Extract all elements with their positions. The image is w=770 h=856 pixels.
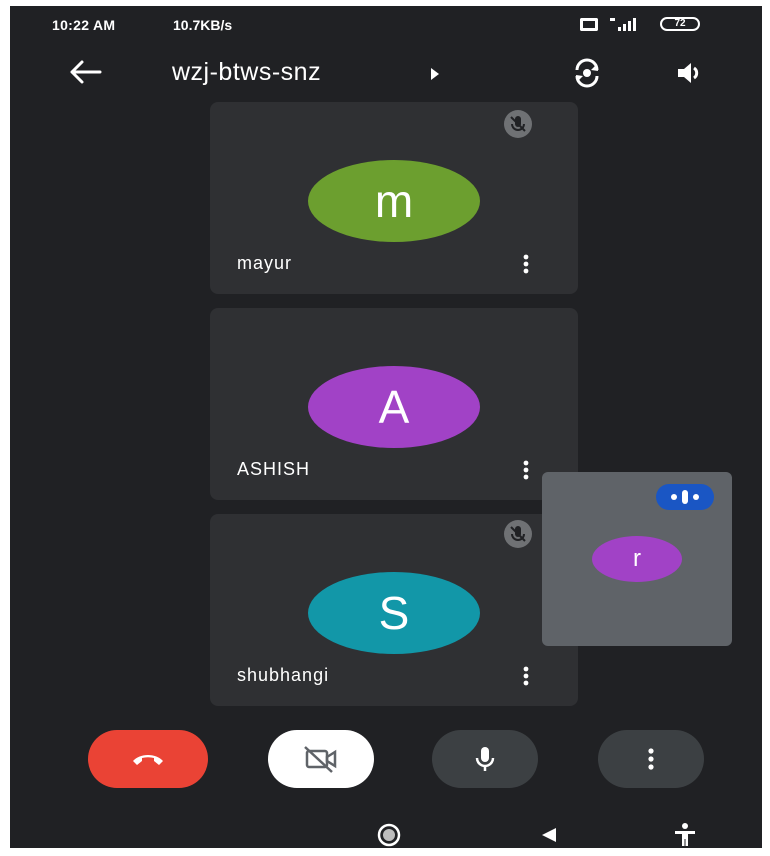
- participant-name: shubhangi: [237, 665, 330, 685]
- participant-avatar: S: [308, 572, 480, 654]
- more-vert-icon[interactable]: [516, 252, 536, 276]
- participant-tile[interactable]: S shubhangi: [210, 514, 578, 706]
- home-circle-icon[interactable]: [376, 822, 402, 848]
- call-controls: [10, 730, 762, 792]
- status-time: 10:22 AM: [52, 17, 116, 33]
- participant-name: ASHISH: [237, 459, 311, 479]
- mic-off-icon: [504, 520, 532, 548]
- more-vert-icon[interactable]: [516, 458, 536, 482]
- status-bar: 10:22 AM 10.7KB/s 72: [10, 6, 762, 42]
- signal-icon: [608, 16, 640, 32]
- self-view-tile[interactable]: r: [542, 472, 732, 646]
- camera-toggle-button[interactable]: [268, 730, 374, 788]
- accessibility-icon[interactable]: [672, 822, 698, 848]
- more-options-button[interactable]: [598, 730, 704, 788]
- meeting-code-title[interactable]: wzj-btws-snz: [172, 58, 321, 87]
- system-nav-bar: [10, 806, 762, 848]
- app-bar: wzj-btws-snz: [10, 50, 762, 94]
- switch-camera-icon[interactable]: [572, 58, 602, 88]
- meet-call-screen: 10:22 AM 10.7KB/s 72 wzj-btws-snz m mayu…: [10, 6, 762, 848]
- play-arrow-icon[interactable]: [430, 67, 440, 80]
- back-arrow-icon[interactable]: [66, 58, 102, 86]
- back-triangle-icon[interactable]: [538, 824, 560, 846]
- volte-icon: [580, 18, 598, 31]
- speaking-indicator-icon: [656, 484, 714, 510]
- battery-icon: 72: [660, 17, 700, 31]
- self-avatar: r: [592, 536, 682, 582]
- speaker-icon[interactable]: [674, 58, 704, 88]
- participant-avatar: m: [308, 160, 480, 242]
- participant-tile[interactable]: A ASHISH: [210, 308, 578, 500]
- participant-name: mayur: [237, 253, 293, 273]
- end-call-button[interactable]: [88, 730, 208, 788]
- microphone-button[interactable]: [432, 730, 538, 788]
- participant-tile[interactable]: m mayur: [210, 102, 578, 294]
- more-vert-icon[interactable]: [516, 664, 536, 688]
- mic-off-icon: [504, 110, 532, 138]
- network-speed: 10.7KB/s: [173, 17, 233, 33]
- participant-avatar: A: [308, 366, 480, 448]
